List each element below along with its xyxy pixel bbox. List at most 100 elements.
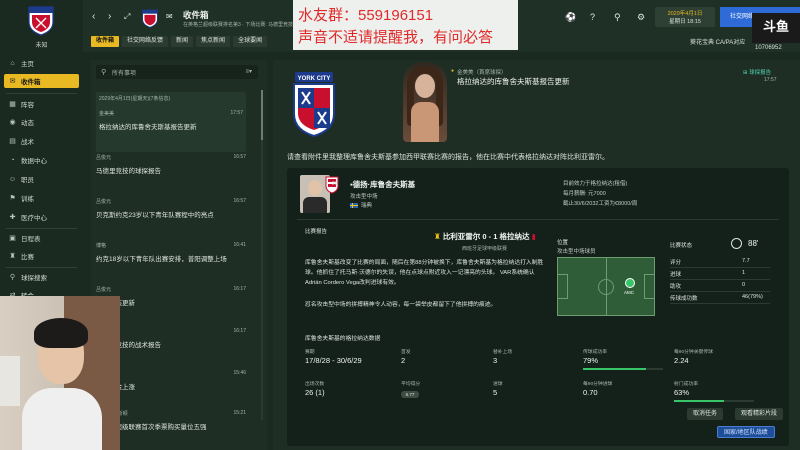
gear-icon[interactable]: ⚙ xyxy=(637,12,645,23)
scrollbar-thumb[interactable] xyxy=(261,90,263,140)
scout-report-link[interactable]: ⊞ 球探报告 xyxy=(743,68,771,76)
date-text: 2029年4月1日 xyxy=(667,11,703,17)
staff-icon: ☺ xyxy=(8,175,17,183)
season-stat-label: 赛期 xyxy=(305,350,315,355)
match-score[interactable]: ♜ 比利亚雷尔 0 - 1 格拉纳达 ▮ xyxy=(434,231,536,242)
tactics-icon: ▤ xyxy=(9,138,16,145)
club-badge-icon[interactable] xyxy=(142,8,158,28)
home-icon: ⌂ xyxy=(10,59,15,67)
sidebar-item-schedule[interactable]: ▣ 日程表 xyxy=(4,231,79,245)
tab-news[interactable]: 新闻 xyxy=(171,36,194,47)
message-from: 金美美 xyxy=(99,111,115,117)
tab-global-news[interactable]: 全球要闻 xyxy=(233,36,268,47)
pitch-center-circle xyxy=(598,279,614,295)
scout-report-label: 球探报告 xyxy=(749,70,772,76)
contract-wage: 每月薪酬: 元7000 xyxy=(563,191,606,197)
sidebar-item-competitions[interactable]: ♜ 比赛 xyxy=(4,249,79,263)
tab-focus-news[interactable]: 焦点新闻 xyxy=(196,36,231,47)
tab-social-feedback[interactable]: 社交网络反馈 xyxy=(122,36,169,47)
sidebar-item-medical[interactable]: ✚ 医疗中心 xyxy=(4,210,79,224)
sidebar-item-label: 主页 xyxy=(21,61,34,68)
list-menu-icon[interactable]: ≡▾ xyxy=(245,68,252,75)
season-stat-label: 每90分钟关键传球 xyxy=(674,350,713,355)
stat-value: 7.7 xyxy=(742,258,750,264)
watch-highlights-button[interactable]: 观看精彩片段 xyxy=(735,408,784,420)
season-stat-value: 0.70 xyxy=(583,388,598,397)
divider xyxy=(6,267,77,268)
sidebar-item-label: 球探搜索 xyxy=(21,275,47,282)
season-stat-value: 63% xyxy=(674,388,690,397)
back-icon[interactable]: ‹ xyxy=(92,11,95,22)
schedule-icon: ▣ xyxy=(9,235,16,242)
player-nationality: 瑞典 xyxy=(350,201,372,209)
list-item[interactable]: 博格 16:41 约克18岁以下青年队出赛安排，普阳调整上场 xyxy=(96,242,246,263)
club-crest-icon: YORK CITY xyxy=(293,72,335,138)
sidebar-item-scouting[interactable]: ⚲ 球探搜索 xyxy=(4,270,79,284)
search-input[interactable]: ⚲ 所有事项 ≡▾ xyxy=(96,65,258,79)
search-icon[interactable]: ⚲ xyxy=(614,12,621,23)
season-stat-value: 2.24 xyxy=(674,356,689,365)
season-stat-value: 3 xyxy=(493,356,498,365)
stat-label: 传球成功数 xyxy=(670,296,698,302)
list-item[interactable]: 吕俊元 16:57 马德里竞技的球探报告 xyxy=(96,154,246,175)
sidebar-item-data-hub[interactable]: ◔ 数据中心 xyxy=(4,153,79,167)
message-subject: 贝克斯约克23岁以下青年队赛程中的亮点 xyxy=(96,212,214,219)
mail-icon: ✉ xyxy=(166,12,173,21)
player-position: 攻击型中场 xyxy=(350,194,378,200)
season-stat-label: 进球 xyxy=(493,382,503,387)
season-stat-label: 出场次数 xyxy=(305,382,325,387)
message-time: 17:57 xyxy=(764,77,777,83)
position-code: AMC xyxy=(624,290,634,295)
expand-icon[interactable]: ⤢ xyxy=(124,12,130,22)
season-stat-value: 2 xyxy=(401,356,406,365)
divider xyxy=(6,228,77,229)
message-subject: 马德里竞技的球探报告 xyxy=(96,168,161,175)
sidebar-item-tactics[interactable]: ▤ 战术 xyxy=(4,134,79,148)
help-icon[interactable]: ? xyxy=(590,12,595,22)
message-time: 16:57 xyxy=(233,198,246,204)
stat-label: 评分 xyxy=(670,260,682,266)
message-time: 15:46 xyxy=(233,370,246,376)
stat-value: 46(79%) xyxy=(742,294,763,300)
match-stats-header: 比赛状态 xyxy=(670,243,693,249)
player-position-marker xyxy=(625,278,635,288)
progress-fill xyxy=(583,368,647,370)
sidebar-item-inbox[interactable]: ✉ 收件箱 xyxy=(4,74,79,88)
sender-role-icon: ● xyxy=(451,68,455,74)
season-stat-label: 射门成功率 xyxy=(674,382,698,387)
sidebar-item-dynamics[interactable]: ◉ 动态 xyxy=(4,115,79,129)
sidebar-item-home[interactable]: ⌂ 主页 xyxy=(4,56,79,70)
tab-inbox[interactable]: 收件箱 xyxy=(91,36,120,47)
list-item[interactable]: 2029年4月1日(星期天)(7条信息) 金美美 17:57 格拉纳达的库鲁舍夫… xyxy=(96,92,246,152)
message-time: 16:17 xyxy=(233,286,246,292)
divider xyxy=(670,279,770,280)
sidebar-item-label: 数据中心 xyxy=(21,158,47,165)
sender-avatar xyxy=(411,102,439,142)
sidebar-item-staff[interactable]: ☺ 职员 xyxy=(4,172,79,186)
list-date-header: 2029年4月1日(星期天)(7条信息) xyxy=(99,96,171,102)
list-item[interactable]: 吕俊元 16:57 贝克斯约克23岁以下青年队赛程中的亮点 xyxy=(96,198,246,219)
sidebar-item-squad[interactable]: ▦ 阵容 xyxy=(4,97,79,111)
pitch-diagram: AMC xyxy=(557,257,655,316)
sidebar-item-training[interactable]: ⚑ 训练 xyxy=(4,191,79,205)
position-label: 位置 xyxy=(557,240,569,246)
ball-icon[interactable]: ⚽ xyxy=(565,12,576,23)
scouting-icon: ⚲ xyxy=(9,274,16,281)
villarreal-badge-icon: ♜ xyxy=(434,232,443,241)
player-name[interactable]: ▪德扬·库鲁舍夫斯基 xyxy=(350,179,415,190)
season-stat-label: 平均得分 xyxy=(401,382,421,387)
national-team-record-button[interactable]: 国家/地区队战绩 xyxy=(717,426,775,438)
club-badge-icon[interactable] xyxy=(28,4,54,36)
stat-row: 评分 7.7 xyxy=(670,258,770,268)
divider xyxy=(670,291,770,292)
forward-icon[interactable]: › xyxy=(108,11,111,22)
competitions-icon: ♜ xyxy=(9,253,16,260)
squad-icon: ▦ xyxy=(9,101,16,108)
cancel-task-button[interactable]: 取消任务 xyxy=(687,408,724,420)
page-subtitle: 在英格兰超级联赛排名第3 · 下场比赛: 马德里竞技(主场) xyxy=(183,22,307,28)
message-sender: 金美美（首席球探） xyxy=(457,70,507,76)
granada-badge-icon: ▮ xyxy=(529,232,536,241)
crest-text: YORK CITY xyxy=(298,76,331,82)
message-time: 16:41 xyxy=(233,242,246,248)
season-stat-label: 首发 xyxy=(401,350,411,355)
